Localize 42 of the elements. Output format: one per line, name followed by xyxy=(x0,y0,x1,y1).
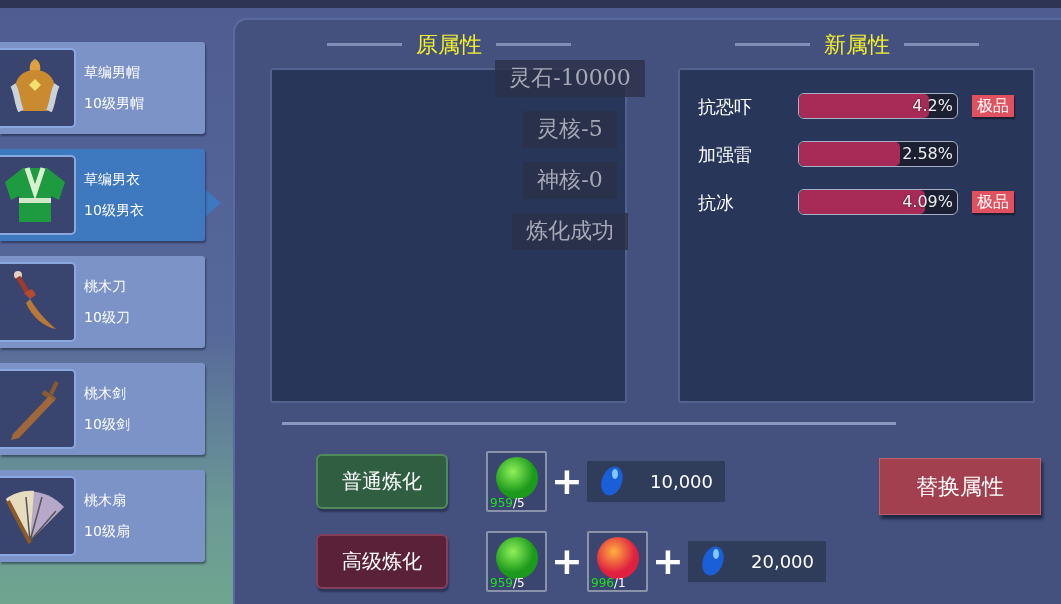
fire-orb-icon xyxy=(595,535,640,580)
panel-title: 新属性 xyxy=(823,30,890,59)
refine-button[interactable]: 高级炼化 xyxy=(316,533,448,589)
replace-attributes-button[interactable]: 替换属性 xyxy=(879,458,1041,515)
gem-icon xyxy=(599,464,625,498)
material-count: 959/5 xyxy=(490,576,525,590)
item-card[interactable]: 草编男衣 10级男衣 xyxy=(0,149,205,241)
quality-tag: 极品 xyxy=(972,191,1014,213)
stat-name: 抗冰 xyxy=(698,190,735,215)
material-slot[interactable]: 959/5 xyxy=(486,530,547,592)
stat-name: 加强雷 xyxy=(698,142,753,167)
material-slot[interactable]: 996/1 xyxy=(587,530,648,592)
material-slot[interactable]: 959/5 xyxy=(486,450,547,512)
item-level: 10级剑 xyxy=(84,415,130,434)
item-name: 桃木扇 xyxy=(84,491,127,510)
refine-button[interactable]: 普通炼化 xyxy=(316,453,448,509)
toast-message: 神核-0 xyxy=(523,162,617,199)
toast-message: 灵石-10000 xyxy=(495,60,645,97)
material-count: 996/1 xyxy=(591,576,626,590)
toast-message: 灵核-5 xyxy=(523,111,617,148)
spirit-orb-icon xyxy=(494,455,539,500)
cost-amount: 20,000 xyxy=(751,549,814,574)
toast-message: 炼化成功 xyxy=(512,213,628,250)
cost-amount: 10,000 xyxy=(650,469,713,494)
item-name: 草编男衣 xyxy=(84,170,141,189)
stat-name: 抗恐吓 xyxy=(698,94,753,119)
item-level: 10级男帽 xyxy=(84,94,144,113)
item-level: 10级刀 xyxy=(84,308,130,327)
panel-title: 原属性 xyxy=(415,30,482,59)
item-name: 草编男帽 xyxy=(84,63,141,82)
item-level: 10级扇 xyxy=(84,522,130,541)
plus-sign: + xyxy=(550,542,584,580)
material-count: 959/5 xyxy=(490,496,525,510)
quality-tag: 极品 xyxy=(972,95,1014,117)
plus-sign: + xyxy=(550,462,584,500)
stat-value: 2.58% xyxy=(902,143,953,165)
gem-icon xyxy=(700,544,726,578)
item-level: 10级男衣 xyxy=(84,201,144,220)
item-name: 桃木刀 xyxy=(84,277,127,296)
item-name: 桃木剑 xyxy=(84,384,127,403)
spirit-orb-icon xyxy=(494,535,539,580)
plus-sign: + xyxy=(651,542,685,580)
